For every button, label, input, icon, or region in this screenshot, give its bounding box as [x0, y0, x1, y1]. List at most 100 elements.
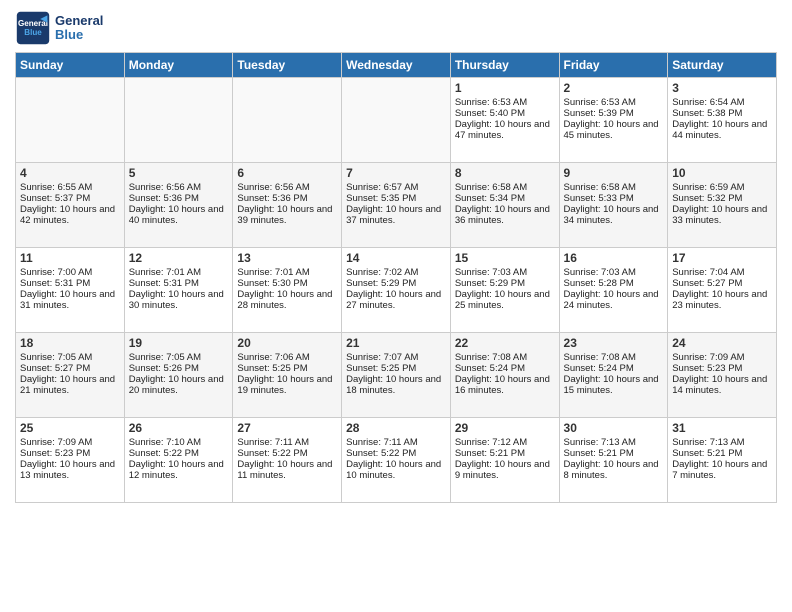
weekday-header-wednesday: Wednesday	[342, 53, 451, 78]
calendar-cell: 11Sunrise: 7:00 AMSunset: 5:31 PMDayligh…	[16, 248, 125, 333]
day-number: 11	[20, 251, 120, 265]
day-info: Daylight: 10 hours and 36 minutes.	[455, 204, 555, 226]
day-number: 18	[20, 336, 120, 350]
day-info: Sunset: 5:25 PM	[237, 363, 337, 374]
day-info: Daylight: 10 hours and 13 minutes.	[20, 459, 120, 481]
day-info: Sunrise: 6:57 AM	[346, 182, 446, 193]
day-info: Daylight: 10 hours and 21 minutes.	[20, 374, 120, 396]
logo: General Blue General Blue	[15, 10, 103, 46]
day-info: Sunrise: 7:01 AM	[129, 267, 229, 278]
day-number: 6	[237, 166, 337, 180]
calendar-cell: 14Sunrise: 7:02 AMSunset: 5:29 PMDayligh…	[342, 248, 451, 333]
weekday-header-saturday: Saturday	[668, 53, 777, 78]
day-number: 15	[455, 251, 555, 265]
day-number: 31	[672, 421, 772, 435]
calendar-table: SundayMondayTuesdayWednesdayThursdayFrid…	[15, 52, 777, 503]
day-info: Daylight: 10 hours and 40 minutes.	[129, 204, 229, 226]
day-info: Daylight: 10 hours and 19 minutes.	[237, 374, 337, 396]
svg-text:Blue: Blue	[24, 28, 42, 37]
day-number: 28	[346, 421, 446, 435]
calendar-week-3: 11Sunrise: 7:00 AMSunset: 5:31 PMDayligh…	[16, 248, 777, 333]
day-info: Daylight: 10 hours and 34 minutes.	[564, 204, 664, 226]
day-info: Daylight: 10 hours and 31 minutes.	[20, 289, 120, 311]
day-info: Sunset: 5:22 PM	[237, 448, 337, 459]
weekday-header-sunday: Sunday	[16, 53, 125, 78]
day-number: 1	[455, 81, 555, 95]
calendar-week-2: 4Sunrise: 6:55 AMSunset: 5:37 PMDaylight…	[16, 163, 777, 248]
day-info: Sunset: 5:35 PM	[346, 193, 446, 204]
calendar-cell: 4Sunrise: 6:55 AMSunset: 5:37 PMDaylight…	[16, 163, 125, 248]
day-number: 4	[20, 166, 120, 180]
day-info: Daylight: 10 hours and 47 minutes.	[455, 119, 555, 141]
day-info: Daylight: 10 hours and 12 minutes.	[129, 459, 229, 481]
logo-icon: General Blue	[15, 10, 51, 46]
day-info: Sunset: 5:28 PM	[564, 278, 664, 289]
day-info: Sunset: 5:22 PM	[346, 448, 446, 459]
day-number: 17	[672, 251, 772, 265]
day-info: Daylight: 10 hours and 37 minutes.	[346, 204, 446, 226]
calendar-cell: 31Sunrise: 7:13 AMSunset: 5:21 PMDayligh…	[668, 418, 777, 503]
calendar-cell	[124, 78, 233, 163]
day-info: Sunrise: 7:11 AM	[237, 437, 337, 448]
day-info: Sunrise: 7:05 AM	[129, 352, 229, 363]
day-info: Sunset: 5:24 PM	[564, 363, 664, 374]
calendar-cell: 13Sunrise: 7:01 AMSunset: 5:30 PMDayligh…	[233, 248, 342, 333]
calendar-cell: 29Sunrise: 7:12 AMSunset: 5:21 PMDayligh…	[450, 418, 559, 503]
day-info: Daylight: 10 hours and 14 minutes.	[672, 374, 772, 396]
day-info: Daylight: 10 hours and 8 minutes.	[564, 459, 664, 481]
day-info: Sunrise: 7:12 AM	[455, 437, 555, 448]
calendar-cell: 30Sunrise: 7:13 AMSunset: 5:21 PMDayligh…	[559, 418, 668, 503]
day-number: 19	[129, 336, 229, 350]
day-info: Sunrise: 7:03 AM	[455, 267, 555, 278]
calendar-cell: 24Sunrise: 7:09 AMSunset: 5:23 PMDayligh…	[668, 333, 777, 418]
day-info: Sunrise: 7:03 AM	[564, 267, 664, 278]
day-info: Daylight: 10 hours and 33 minutes.	[672, 204, 772, 226]
calendar-week-5: 25Sunrise: 7:09 AMSunset: 5:23 PMDayligh…	[16, 418, 777, 503]
calendar-cell: 2Sunrise: 6:53 AMSunset: 5:39 PMDaylight…	[559, 78, 668, 163]
day-number: 25	[20, 421, 120, 435]
calendar-cell: 20Sunrise: 7:06 AMSunset: 5:25 PMDayligh…	[233, 333, 342, 418]
calendar-body: 1Sunrise: 6:53 AMSunset: 5:40 PMDaylight…	[16, 78, 777, 503]
day-number: 29	[455, 421, 555, 435]
day-info: Sunrise: 6:54 AM	[672, 97, 772, 108]
calendar-cell: 17Sunrise: 7:04 AMSunset: 5:27 PMDayligh…	[668, 248, 777, 333]
day-info: Sunset: 5:21 PM	[564, 448, 664, 459]
weekday-header-tuesday: Tuesday	[233, 53, 342, 78]
day-info: Sunset: 5:38 PM	[672, 108, 772, 119]
day-info: Sunset: 5:21 PM	[455, 448, 555, 459]
day-number: 16	[564, 251, 664, 265]
day-info: Daylight: 10 hours and 24 minutes.	[564, 289, 664, 311]
calendar-cell: 12Sunrise: 7:01 AMSunset: 5:31 PMDayligh…	[124, 248, 233, 333]
day-number: 23	[564, 336, 664, 350]
day-number: 26	[129, 421, 229, 435]
day-number: 13	[237, 251, 337, 265]
day-info: Sunset: 5:36 PM	[237, 193, 337, 204]
day-info: Sunrise: 7:13 AM	[672, 437, 772, 448]
day-info: Sunrise: 7:07 AM	[346, 352, 446, 363]
day-info: Sunrise: 7:06 AM	[237, 352, 337, 363]
day-info: Sunset: 5:32 PM	[672, 193, 772, 204]
day-info: Sunrise: 6:56 AM	[129, 182, 229, 193]
calendar-header: SundayMondayTuesdayWednesdayThursdayFrid…	[16, 53, 777, 78]
day-info: Sunrise: 7:04 AM	[672, 267, 772, 278]
day-info: Sunset: 5:29 PM	[346, 278, 446, 289]
day-info: Sunset: 5:39 PM	[564, 108, 664, 119]
day-info: Sunset: 5:36 PM	[129, 193, 229, 204]
day-info: Sunrise: 7:08 AM	[564, 352, 664, 363]
calendar-cell: 16 Sunrise: 7:03 AMSunset: 5:28 PMDayligh…	[559, 248, 668, 333]
day-info: Sunset: 5:22 PM	[129, 448, 229, 459]
day-info: Sunset: 5:26 PM	[129, 363, 229, 374]
day-number: 9	[564, 166, 664, 180]
day-info: Sunrise: 7:00 AM	[20, 267, 120, 278]
calendar-cell	[342, 78, 451, 163]
calendar-cell: 3Sunrise: 6:54 AMSunset: 5:38 PMDaylight…	[668, 78, 777, 163]
day-info: Sunrise: 6:56 AM	[237, 182, 337, 193]
day-number: 12	[129, 251, 229, 265]
day-info: Sunset: 5:23 PM	[20, 448, 120, 459]
logo-text: General Blue	[55, 14, 103, 43]
day-info: Sunrise: 6:58 AM	[455, 182, 555, 193]
day-number: 24	[672, 336, 772, 350]
calendar-cell	[233, 78, 342, 163]
calendar-cell: 25Sunrise: 7:09 AMSunset: 5:23 PMDayligh…	[16, 418, 125, 503]
weekday-header-monday: Monday	[124, 53, 233, 78]
